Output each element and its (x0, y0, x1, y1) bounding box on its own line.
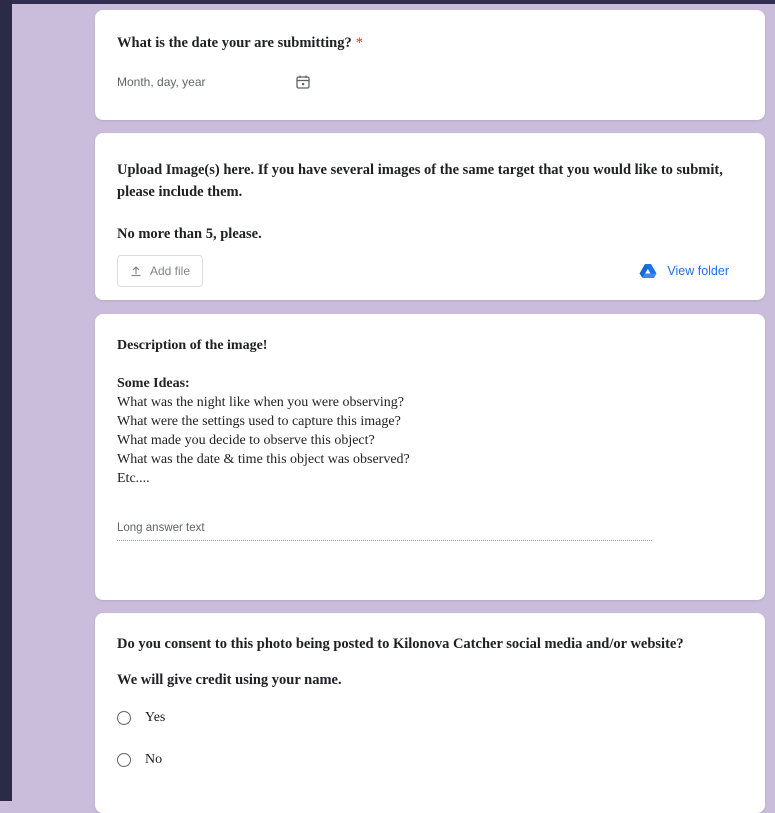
upload-question-title: Upload Image(s) here. If you have severa… (117, 159, 765, 245)
calendar-icon[interactable] (295, 74, 311, 90)
radio-option-yes[interactable]: Yes (117, 697, 765, 739)
upload-icon (131, 266, 141, 277)
description-question-card: Description of the image! Some Ideas: Wh… (95, 314, 765, 600)
radio-circle-yes[interactable] (117, 711, 131, 725)
radio-label-yes: Yes (145, 710, 166, 725)
date-input[interactable]: Month, day, year (117, 74, 765, 90)
upload-title-line-1: Upload Image(s) here. If you have severa… (117, 162, 723, 178)
date-question-card: What is the date your are submitting? * M… (95, 10, 765, 120)
idea-line-1: What was the night like when you were ob… (117, 395, 404, 410)
radio-label-no: No (145, 752, 163, 767)
view-folder-link[interactable]: View folder (639, 263, 729, 279)
consent-question-card: Do you consent to this photo being poste… (95, 613, 765, 813)
drive-icon (639, 264, 657, 278)
consent-title: Do you consent to this photo being poste… (117, 636, 684, 652)
upload-controls: Add file View folder (117, 255, 765, 287)
long-answer-placeholder: Long answer text (117, 522, 205, 534)
description-title: Description of the image! (117, 338, 268, 353)
view-folder-label: View folder (667, 264, 729, 278)
date-question-text: What is the date your are submitting? (117, 35, 352, 51)
add-file-label: Add file (150, 264, 191, 278)
radio-option-no[interactable]: No (117, 739, 765, 781)
ideas-heading: Some Ideas: (117, 376, 190, 391)
date-question-title: What is the date your are submitting? * (117, 32, 765, 54)
radio-circle-no[interactable] (117, 753, 131, 767)
upload-title-line-3: No more than 5, please. (117, 226, 262, 242)
date-placeholder: Month, day, year (117, 75, 206, 89)
long-answer-input[interactable]: Long answer text (117, 522, 652, 541)
idea-line-3: What made you decide to observe this obj… (117, 433, 375, 448)
idea-line-4: What was the date & time this object was… (117, 452, 410, 467)
required-asterisk: * (355, 35, 363, 51)
add-file-button[interactable]: Add file (117, 255, 204, 287)
idea-line-2: What were the settings used to capture t… (117, 414, 401, 429)
upload-question-card: Upload Image(s) here. If you have severa… (95, 133, 765, 300)
window-top-edge (0, 0, 775, 4)
idea-line-5: Etc.... (117, 471, 150, 486)
upload-title-line-2: please include them. (117, 184, 243, 200)
window-left-edge (0, 0, 12, 801)
consent-subtitle: We will give credit using your name. (117, 672, 342, 688)
